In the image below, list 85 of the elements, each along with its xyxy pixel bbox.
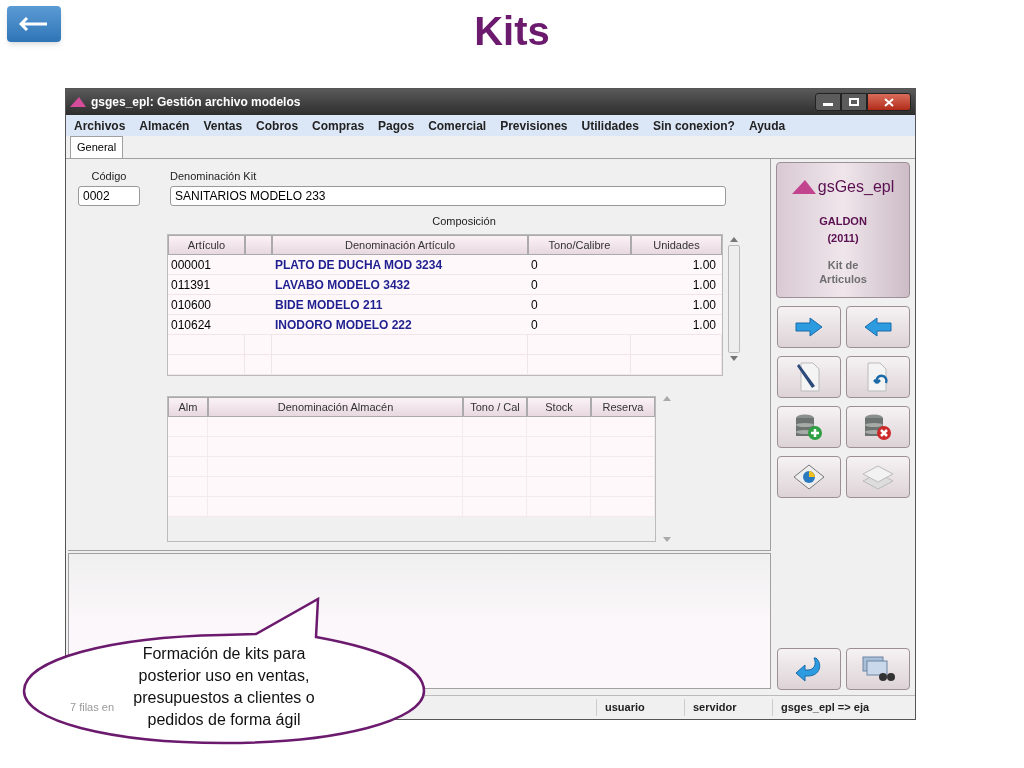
return-button[interactable]: [776, 648, 841, 690]
table-cell-text: 1.00: [691, 317, 717, 334]
pyramid-icon: [70, 97, 86, 107]
brand-name: gsGes_epl: [817, 177, 895, 197]
name-field[interactable]: SANITARIOS MODELO 233: [170, 185, 726, 206]
header-blank: [245, 235, 272, 255]
pen-document-icon: [795, 361, 822, 393]
column-header[interactable]: Unidades: [631, 235, 722, 255]
module-name: Kit de Articulos: [818, 258, 868, 286]
scroll-down-icon[interactable]: [663, 537, 671, 542]
left-arrow-icon: [19, 17, 49, 31]
table-cell-text: 000001: [170, 257, 213, 274]
column-header[interactable]: Stock: [527, 397, 591, 417]
document-undo-icon: [864, 361, 891, 393]
table-cell-text: 1.00: [691, 257, 717, 274]
delete-record-button[interactable]: [845, 406, 910, 448]
windows-binoculars-icon: [860, 655, 895, 683]
table-cell-text: 0: [530, 257, 539, 274]
status-server: servidor: [684, 699, 772, 716]
menu-item[interactable]: Previsiones: [500, 116, 568, 135]
maximize-button[interactable]: [841, 93, 867, 111]
table-cell-text: BIDE MODELO 211: [274, 297, 384, 314]
menu-item[interactable]: Utilidades: [581, 116, 639, 135]
table-cell-text: 0: [530, 277, 539, 294]
window-title: gsges_epl: Gestión archivo modelos: [91, 94, 301, 111]
right-arrow-icon: [793, 316, 824, 338]
column-header[interactable]: Alm: [168, 397, 208, 417]
company-name: GALDON: [819, 214, 867, 229]
database-add-icon: [793, 413, 824, 441]
field-label: Denominación Kit: [170, 169, 258, 184]
scrollbar[interactable]: [660, 396, 674, 542]
slide-title: Kits: [474, 8, 550, 55]
menu-item[interactable]: Ventas: [203, 116, 243, 135]
table-cell-text: 1.00: [691, 297, 717, 314]
scroll-up-icon[interactable]: [730, 237, 738, 242]
menu-item[interactable]: Sin conexion?: [652, 116, 735, 135]
edit-button[interactable]: [776, 356, 841, 398]
menu-item[interactable]: Comercial: [428, 116, 487, 135]
menu-item[interactable]: Ayuda: [748, 116, 786, 135]
close-icon: [884, 97, 894, 107]
previous-button[interactable]: [845, 306, 910, 348]
database-delete-icon: [862, 413, 893, 441]
back-button[interactable]: [7, 6, 61, 42]
left-arrow-icon: [862, 316, 893, 338]
table-cell-text: 010624: [170, 317, 213, 334]
pyramid-icon: [791, 180, 816, 194]
status-connection: gsges_epl => eja: [772, 699, 900, 716]
menu-item[interactable]: Cobros: [256, 116, 299, 135]
menu-item[interactable]: Archivos: [74, 116, 126, 135]
report-icon: [791, 463, 826, 491]
table-cell-text: 010600: [170, 297, 213, 314]
section-title: Composición: [432, 213, 496, 229]
minimize-button[interactable]: [815, 93, 841, 111]
column-header[interactable]: Denominación Artículo: [272, 235, 528, 255]
table-cell-text: INODORO MODELO 222: [274, 317, 413, 334]
next-button[interactable]: [776, 306, 841, 348]
layers-button[interactable]: [845, 456, 910, 498]
code-field[interactable]: 0002: [78, 185, 140, 206]
scroll-up-icon[interactable]: [663, 396, 671, 401]
column-header[interactable]: Tono/Calibre: [528, 235, 631, 255]
add-record-button[interactable]: [776, 406, 841, 448]
scroll-down-icon[interactable]: [730, 356, 738, 361]
tab[interactable]: General: [70, 136, 124, 158]
report-button[interactable]: [776, 456, 841, 498]
record-count: 7 filas en: [70, 701, 115, 714]
table-cell-text: PLATO DE DUCHA MOD 3234: [274, 257, 444, 274]
column-header[interactable]: Denominación Almacén: [208, 397, 463, 417]
column-header[interactable]: Artículo: [168, 235, 245, 255]
menu-item[interactable]: Almacén: [139, 116, 190, 135]
table-cell-text: 0: [530, 297, 539, 314]
layers-icon: [860, 463, 895, 491]
status-user: usuario: [596, 699, 684, 716]
column-header[interactable]: Tono / Cal: [463, 397, 527, 417]
search-button[interactable]: [845, 648, 910, 690]
table-cell-text: 011391: [170, 277, 212, 294]
close-button[interactable]: [867, 93, 911, 111]
table-cell-text: 1.00: [691, 277, 717, 294]
callout-text: Formación de kits para posterior uso en ventas, presupuestos a clientes o pedidos de forma ágil: [132, 644, 316, 730]
table-cell-text: LAVABO MODELO 3432: [274, 277, 411, 294]
menu-item[interactable]: Compras: [312, 116, 365, 135]
field-label: Código: [91, 169, 127, 184]
column-header[interactable]: Reserva: [591, 397, 655, 417]
menu-item[interactable]: Pagos: [378, 116, 415, 135]
table-cell-text: 0: [530, 317, 539, 334]
company-year: (2011): [827, 230, 859, 246]
